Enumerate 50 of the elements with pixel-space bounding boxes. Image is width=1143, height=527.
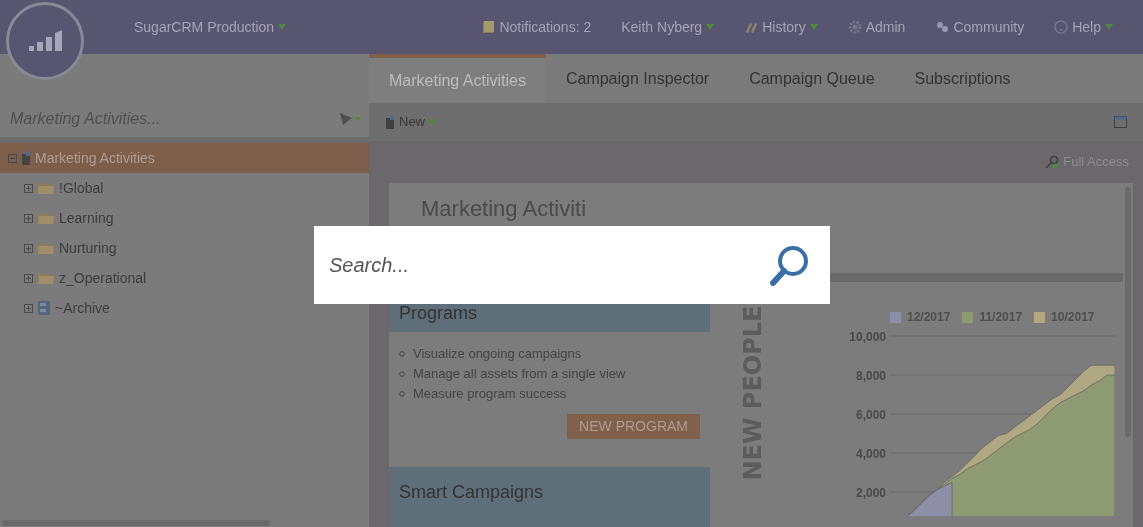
header-link[interactable]: Keith Nyberg: [621, 16, 715, 38]
tab[interactable]: Campaign Inspector: [545, 54, 730, 103]
expand-icon[interactable]: [24, 243, 33, 253]
tag-icon: [744, 20, 759, 34]
caret-icon: [278, 24, 287, 30]
folder-icon: [37, 181, 55, 195]
header-link[interactable]: Help: [1054, 16, 1113, 38]
key-icon: [1045, 155, 1060, 169]
binder-icon: [21, 151, 31, 165]
search-field[interactable]: Search...: [329, 250, 768, 280]
caret-icon: [1105, 24, 1113, 30]
cabinet-icon: [37, 300, 51, 316]
bullet-icon: [399, 351, 405, 357]
help-icon: [1054, 20, 1069, 34]
binder-icon: [385, 115, 395, 129]
folder-icon: [37, 271, 55, 285]
expand-icon[interactable]: [24, 273, 33, 283]
tab[interactable]: Subscriptions: [894, 54, 1031, 103]
caret-icon: [809, 24, 818, 30]
notebook-icon: [481, 20, 496, 34]
bullet-icon: [399, 371, 405, 377]
header-link[interactable]: History: [744, 16, 818, 38]
caret-icon: [706, 24, 715, 30]
bullet-text: Measure program success: [413, 385, 567, 404]
tree-item[interactable]: Marketing Activities: [0, 143, 369, 173]
bullet-text: Visualize ongoing campaigns: [413, 345, 582, 364]
bullet-text: Manage all assets from a single view: [413, 365, 626, 384]
new-program-button[interactable]: NEW PROGRAM: [567, 414, 700, 439]
window-icon[interactable]: [1114, 116, 1127, 128]
expand-icon[interactable]: [24, 183, 33, 193]
header-link[interactable]: Notifications: 2: [481, 16, 592, 38]
header-link[interactable]: Admin: [847, 16, 906, 38]
folder-icon: [37, 211, 55, 225]
tab[interactable]: Campaign Queue: [729, 54, 895, 103]
header-link[interactable]: Community: [935, 16, 1025, 38]
folder-icon: [37, 241, 55, 255]
caret-icon: [429, 119, 437, 125]
filter-icon[interactable]: [339, 111, 361, 126]
expand-icon[interactable]: [24, 303, 33, 313]
org-menu[interactable]: SugarCRM Production: [134, 16, 287, 38]
search-dialog[interactable]: Search...: [314, 226, 830, 304]
bullet-icon: [399, 391, 405, 397]
card-title: Programs: [399, 301, 478, 325]
collapse-icon[interactable]: [8, 153, 17, 163]
card-title: Smart Campaigns: [399, 481, 544, 504]
tree-item[interactable]: !Global: [0, 173, 369, 203]
people-icon: [935, 20, 950, 34]
expand-icon[interactable]: [24, 213, 33, 223]
tab[interactable]: Marketing Activities: [369, 54, 546, 103]
gear-icon: [847, 20, 862, 34]
